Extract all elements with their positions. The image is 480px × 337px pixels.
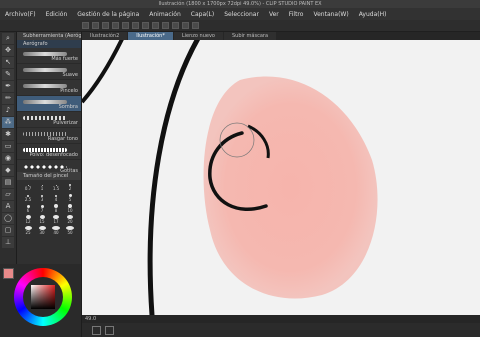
- size-preset[interactable]: 0.7: [21, 182, 35, 191]
- menu-select[interactable]: Seleccionar: [219, 11, 264, 18]
- bottom-toolbar: [82, 323, 480, 337]
- operation-tool-icon[interactable]: ↖: [2, 57, 14, 68]
- menu-view[interactable]: Ver: [264, 11, 284, 18]
- size-preset[interactable]: 30: [35, 226, 49, 235]
- eraser-tool-icon[interactable]: ▭: [2, 141, 14, 152]
- brush-item[interactable]: Polvo: desenfocado: [17, 144, 81, 160]
- decoration-tool-icon[interactable]: ✱: [2, 129, 14, 140]
- hair-outline-stroke: [82, 40, 124, 104]
- menu-filter[interactable]: Filtro: [284, 11, 309, 18]
- menu-edit[interactable]: Edición: [41, 11, 73, 18]
- size-preset[interactable]: 5: [63, 193, 77, 202]
- move-tool-icon[interactable]: ✥: [2, 45, 14, 56]
- size-preset[interactable]: 2: [63, 182, 77, 191]
- text-tool-icon[interactable]: A: [2, 201, 14, 212]
- subtool-panel: Subherramienta (Aerógrafo) Aerógrafo Más…: [17, 32, 82, 176]
- frame-tool-icon[interactable]: ▢: [2, 225, 14, 236]
- transform-icon[interactable]: [152, 22, 159, 29]
- window-title: Ilustración (1800 x 1700px 72dpi 49.0%) …: [0, 0, 480, 8]
- artwork: [82, 40, 378, 315]
- menu-help[interactable]: Ayuda(H): [354, 11, 392, 18]
- menu-file[interactable]: Archivo(F): [0, 11, 41, 18]
- open-file-icon[interactable]: [92, 22, 99, 29]
- deselect-icon[interactable]: [162, 22, 169, 29]
- size-preset[interactable]: 17: [49, 215, 63, 224]
- save-icon[interactable]: [102, 22, 109, 29]
- canvas-tabs: Ilustración2 Ilustración* Lienzo nuevo S…: [82, 32, 480, 40]
- drawing-canvas[interactable]: [82, 40, 480, 315]
- size-preset[interactable]: 1: [35, 182, 49, 191]
- saturation-value-square[interactable]: [31, 285, 55, 309]
- size-preset[interactable]: 25: [21, 226, 35, 235]
- size-preset[interactable]: 15: [35, 215, 49, 224]
- redo-icon[interactable]: [122, 22, 129, 29]
- tab-document[interactable]: Lienzo nuevo: [173, 32, 223, 40]
- gradient-tool-icon[interactable]: ▤: [2, 177, 14, 188]
- blend-tool-icon[interactable]: ◉: [2, 153, 14, 164]
- size-preset[interactable]: 3: [35, 193, 49, 202]
- brush-item[interactable]: Rasgar tono: [17, 128, 81, 144]
- balloon-tool-icon[interactable]: ◯: [2, 213, 14, 224]
- size-preset[interactable]: 10: [63, 204, 77, 213]
- undo-icon[interactable]: [112, 22, 119, 29]
- current-color-swatch[interactable]: [3, 268, 14, 279]
- menu-page[interactable]: Gestión de la página: [72, 11, 144, 18]
- size-preset[interactable]: 50: [63, 226, 77, 235]
- size-preset[interactable]: 1.5: [49, 182, 63, 191]
- size-preset[interactable]: 6: [21, 204, 35, 213]
- brush-size-panel: Tamaño del pincel 0.7 1 1.5 2 2.5 3 4 5 …: [17, 172, 82, 264]
- airbrush-tool-icon[interactable]: ⁂: [2, 117, 14, 128]
- size-preset[interactable]: 20: [63, 215, 77, 224]
- brush-size-title: Tamaño del pincel: [17, 172, 81, 180]
- color-wheel-panel: [0, 264, 82, 337]
- ruler-tool-icon[interactable]: ⊥: [2, 237, 14, 248]
- tab-document-active[interactable]: Ilustración*: [128, 32, 173, 40]
- brush-item-selected[interactable]: Sombra: [17, 96, 81, 112]
- menu-animation[interactable]: Animación: [144, 11, 186, 18]
- snap-grid-icon[interactable]: [192, 22, 199, 29]
- eyedropper-tool-icon[interactable]: ✎: [2, 69, 14, 80]
- fill-icon[interactable]: [142, 22, 149, 29]
- menu-window[interactable]: Ventana(W): [308, 11, 353, 18]
- size-preset[interactable]: 2.5: [21, 193, 35, 202]
- invert-selection-icon[interactable]: [172, 22, 179, 29]
- tab-document[interactable]: Subir máscara: [223, 32, 277, 40]
- menu-bar: Archivo(F) Edición Gestión de la página …: [0, 8, 480, 20]
- size-preset[interactable]: 7: [35, 204, 49, 213]
- clear-icon[interactable]: [132, 22, 139, 29]
- size-preset[interactable]: 8: [49, 204, 63, 213]
- brush-item[interactable]: Suave: [17, 64, 81, 80]
- subtool-group-tab[interactable]: Aerógrafo: [17, 40, 81, 48]
- brush-item[interactable]: Pulverizar: [17, 112, 81, 128]
- frame-icon[interactable]: [92, 325, 101, 335]
- size-preset[interactable]: 4: [49, 193, 63, 202]
- new-file-icon[interactable]: [82, 22, 89, 29]
- pencil-tool-icon[interactable]: ✏: [2, 93, 14, 104]
- face-outline-stroke: [147, 40, 201, 315]
- grid-icon[interactable]: [105, 325, 114, 335]
- subtool-panel-title: Subherramienta (Aerógrafo): [17, 32, 81, 40]
- color-wheel[interactable]: [14, 268, 72, 326]
- snap-ruler-icon[interactable]: [182, 22, 189, 29]
- tab-document[interactable]: Ilustración2: [82, 32, 128, 40]
- command-bar: [0, 20, 480, 32]
- brush-tool-icon[interactable]: ♪: [2, 105, 14, 116]
- size-preset[interactable]: 40: [49, 226, 63, 235]
- brush-item[interactable]: Pincelo: [17, 80, 81, 96]
- figure-tool-icon[interactable]: ▱: [2, 189, 14, 200]
- pen-tool-icon[interactable]: ✒: [2, 81, 14, 92]
- brush-item[interactable]: Más fuerte: [17, 48, 81, 64]
- cheek-blush-shape: [203, 76, 378, 299]
- menu-layer[interactable]: Capa(L): [186, 11, 219, 18]
- zoom-level[interactable]: 49.0: [85, 316, 96, 322]
- status-bar: 49.0: [82, 315, 480, 323]
- brush-size-grid: 0.7 1 1.5 2 2.5 3 4 5 6 7 8 10 12 15 17 …: [17, 180, 81, 237]
- fill-tool-icon[interactable]: ◆: [2, 165, 14, 176]
- size-preset[interactable]: 12: [21, 215, 35, 224]
- zoom-tool-icon[interactable]: ⌕: [2, 33, 14, 44]
